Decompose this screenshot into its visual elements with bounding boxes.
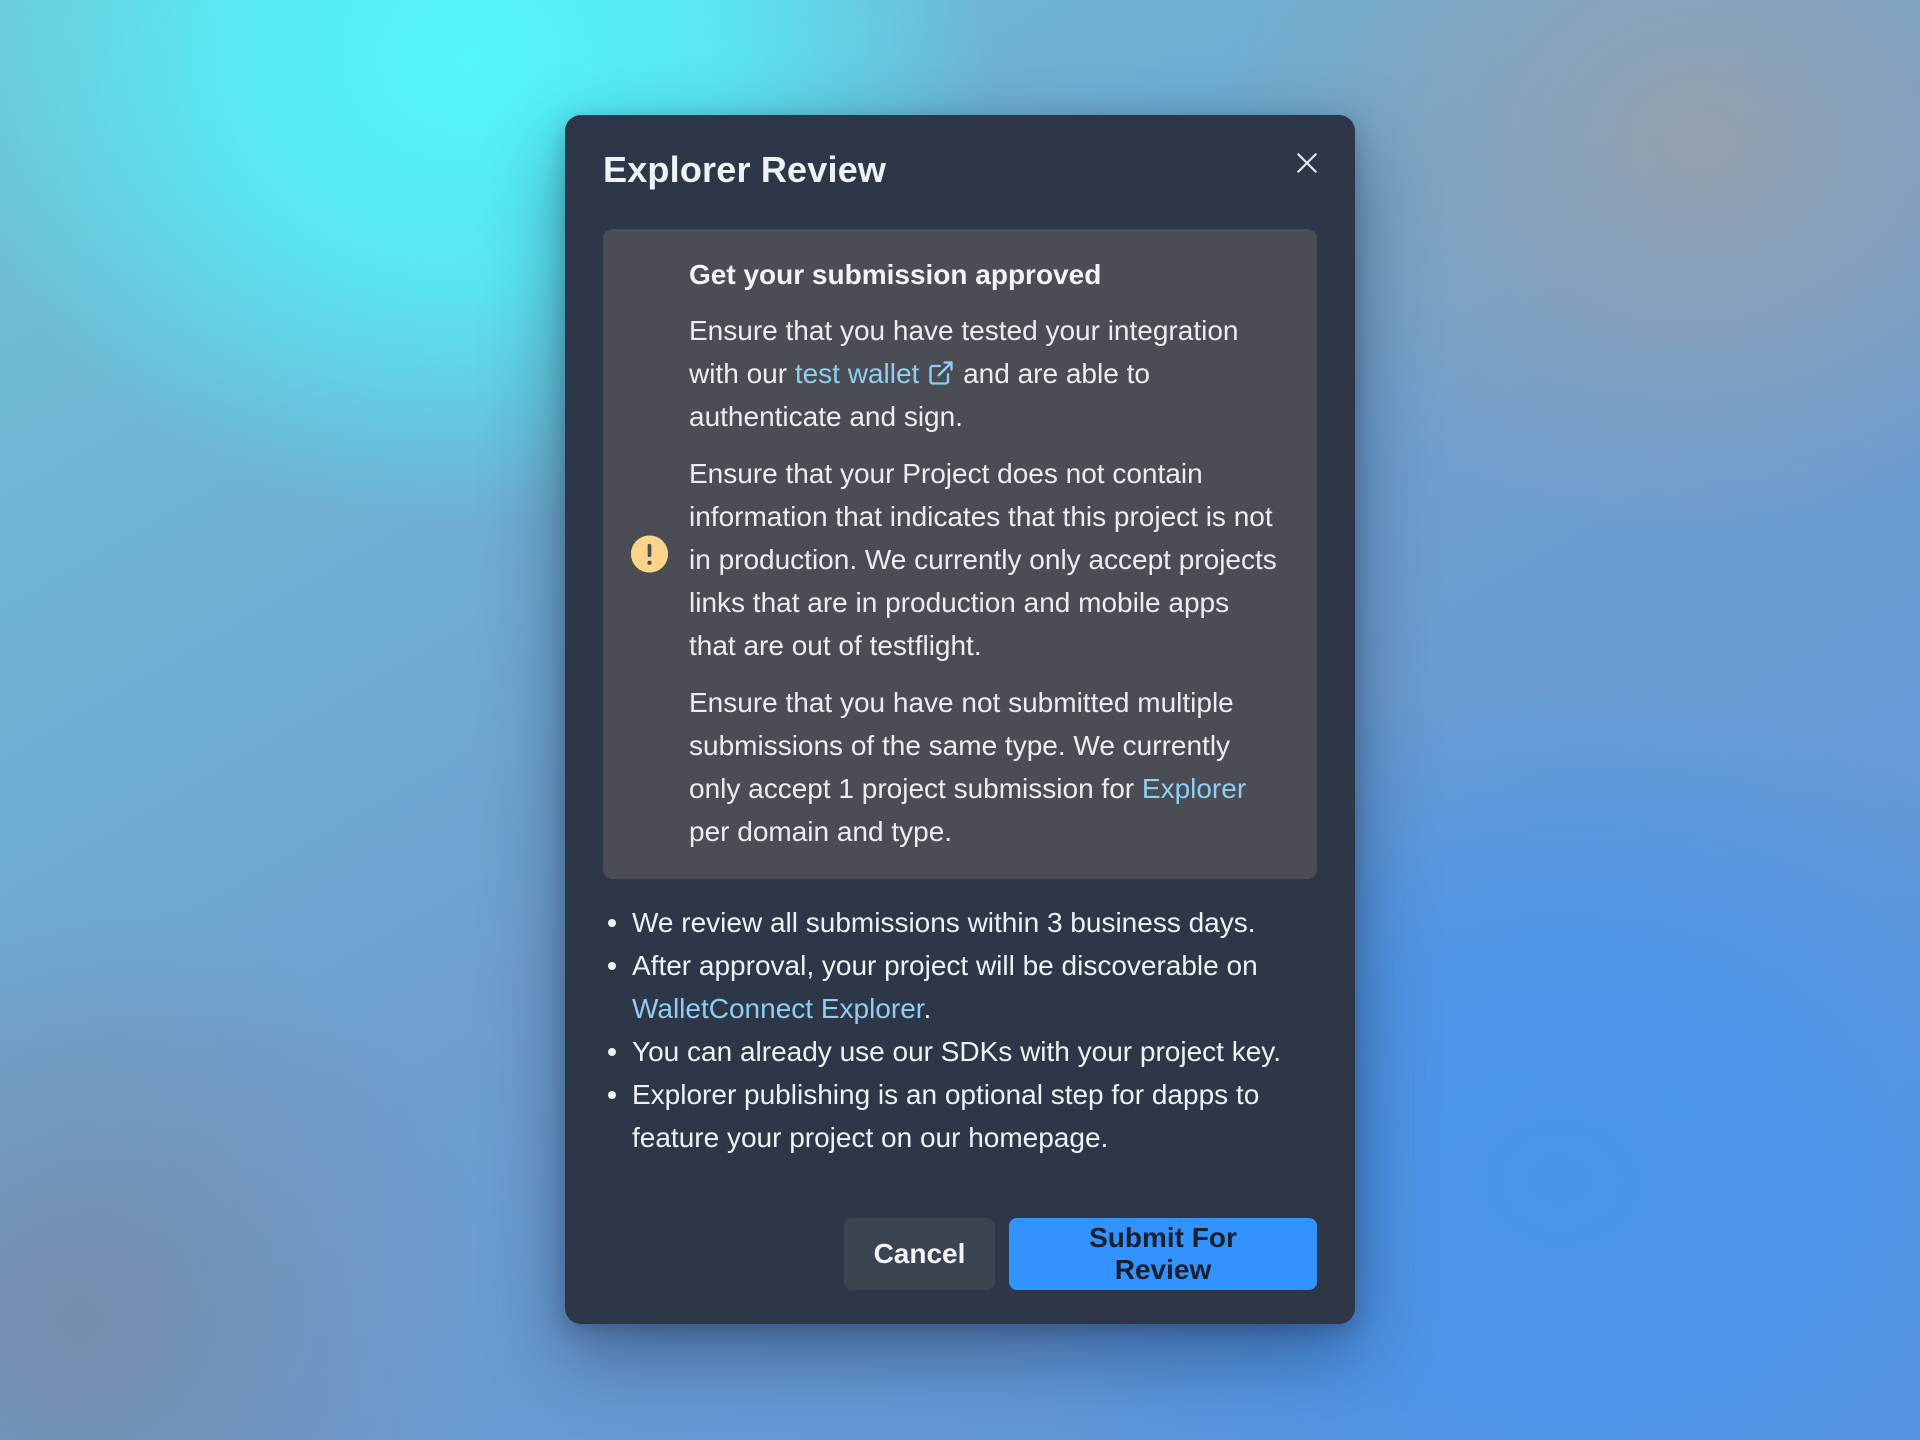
alert-title: Get your submission approved [689,259,1102,290]
list-item: Explorer publishing is an optional step … [603,1073,1317,1159]
modal-title: Explorer Review [603,149,887,190]
alert-paragraph-test-wallet: Ensure that you have tested your integra… [689,309,1281,438]
list-item: You can already use our SDKs with your p… [603,1030,1317,1073]
submit-for-review-button[interactable]: Submit For Review [1009,1218,1317,1290]
close-button[interactable] [1283,139,1331,187]
approval-warning-alert: Get your submission approved Ensure that… [603,229,1317,879]
explorer-link[interactable]: Explorer [1142,773,1246,804]
test-wallet-link[interactable]: test wallet [795,358,956,389]
explorer-review-modal: Explorer Review Get your submission appr… [565,115,1355,1324]
list-item: After approval, your project will be dis… [603,944,1317,1030]
alert-paragraph-submissions: Ensure that you have not submitted multi… [689,681,1281,853]
alert-paragraph-text: per domain and type. [689,816,953,847]
close-icon [1297,153,1317,173]
external-link-icon [929,361,953,385]
walletconnect-explorer-link[interactable]: WalletConnect Explorer [632,993,924,1024]
info-list: We review all submissions within 3 busin… [603,901,1317,1159]
modal-footer: Cancel Submit For Review [844,1218,1317,1290]
warning-icon [631,535,668,573]
modal-header: Explorer Review [603,145,1317,195]
list-item: We review all submissions within 3 busin… [603,901,1317,944]
alert-paragraph-production: Ensure that your Project does not contai… [689,458,1277,661]
cancel-button[interactable]: Cancel [844,1218,995,1290]
